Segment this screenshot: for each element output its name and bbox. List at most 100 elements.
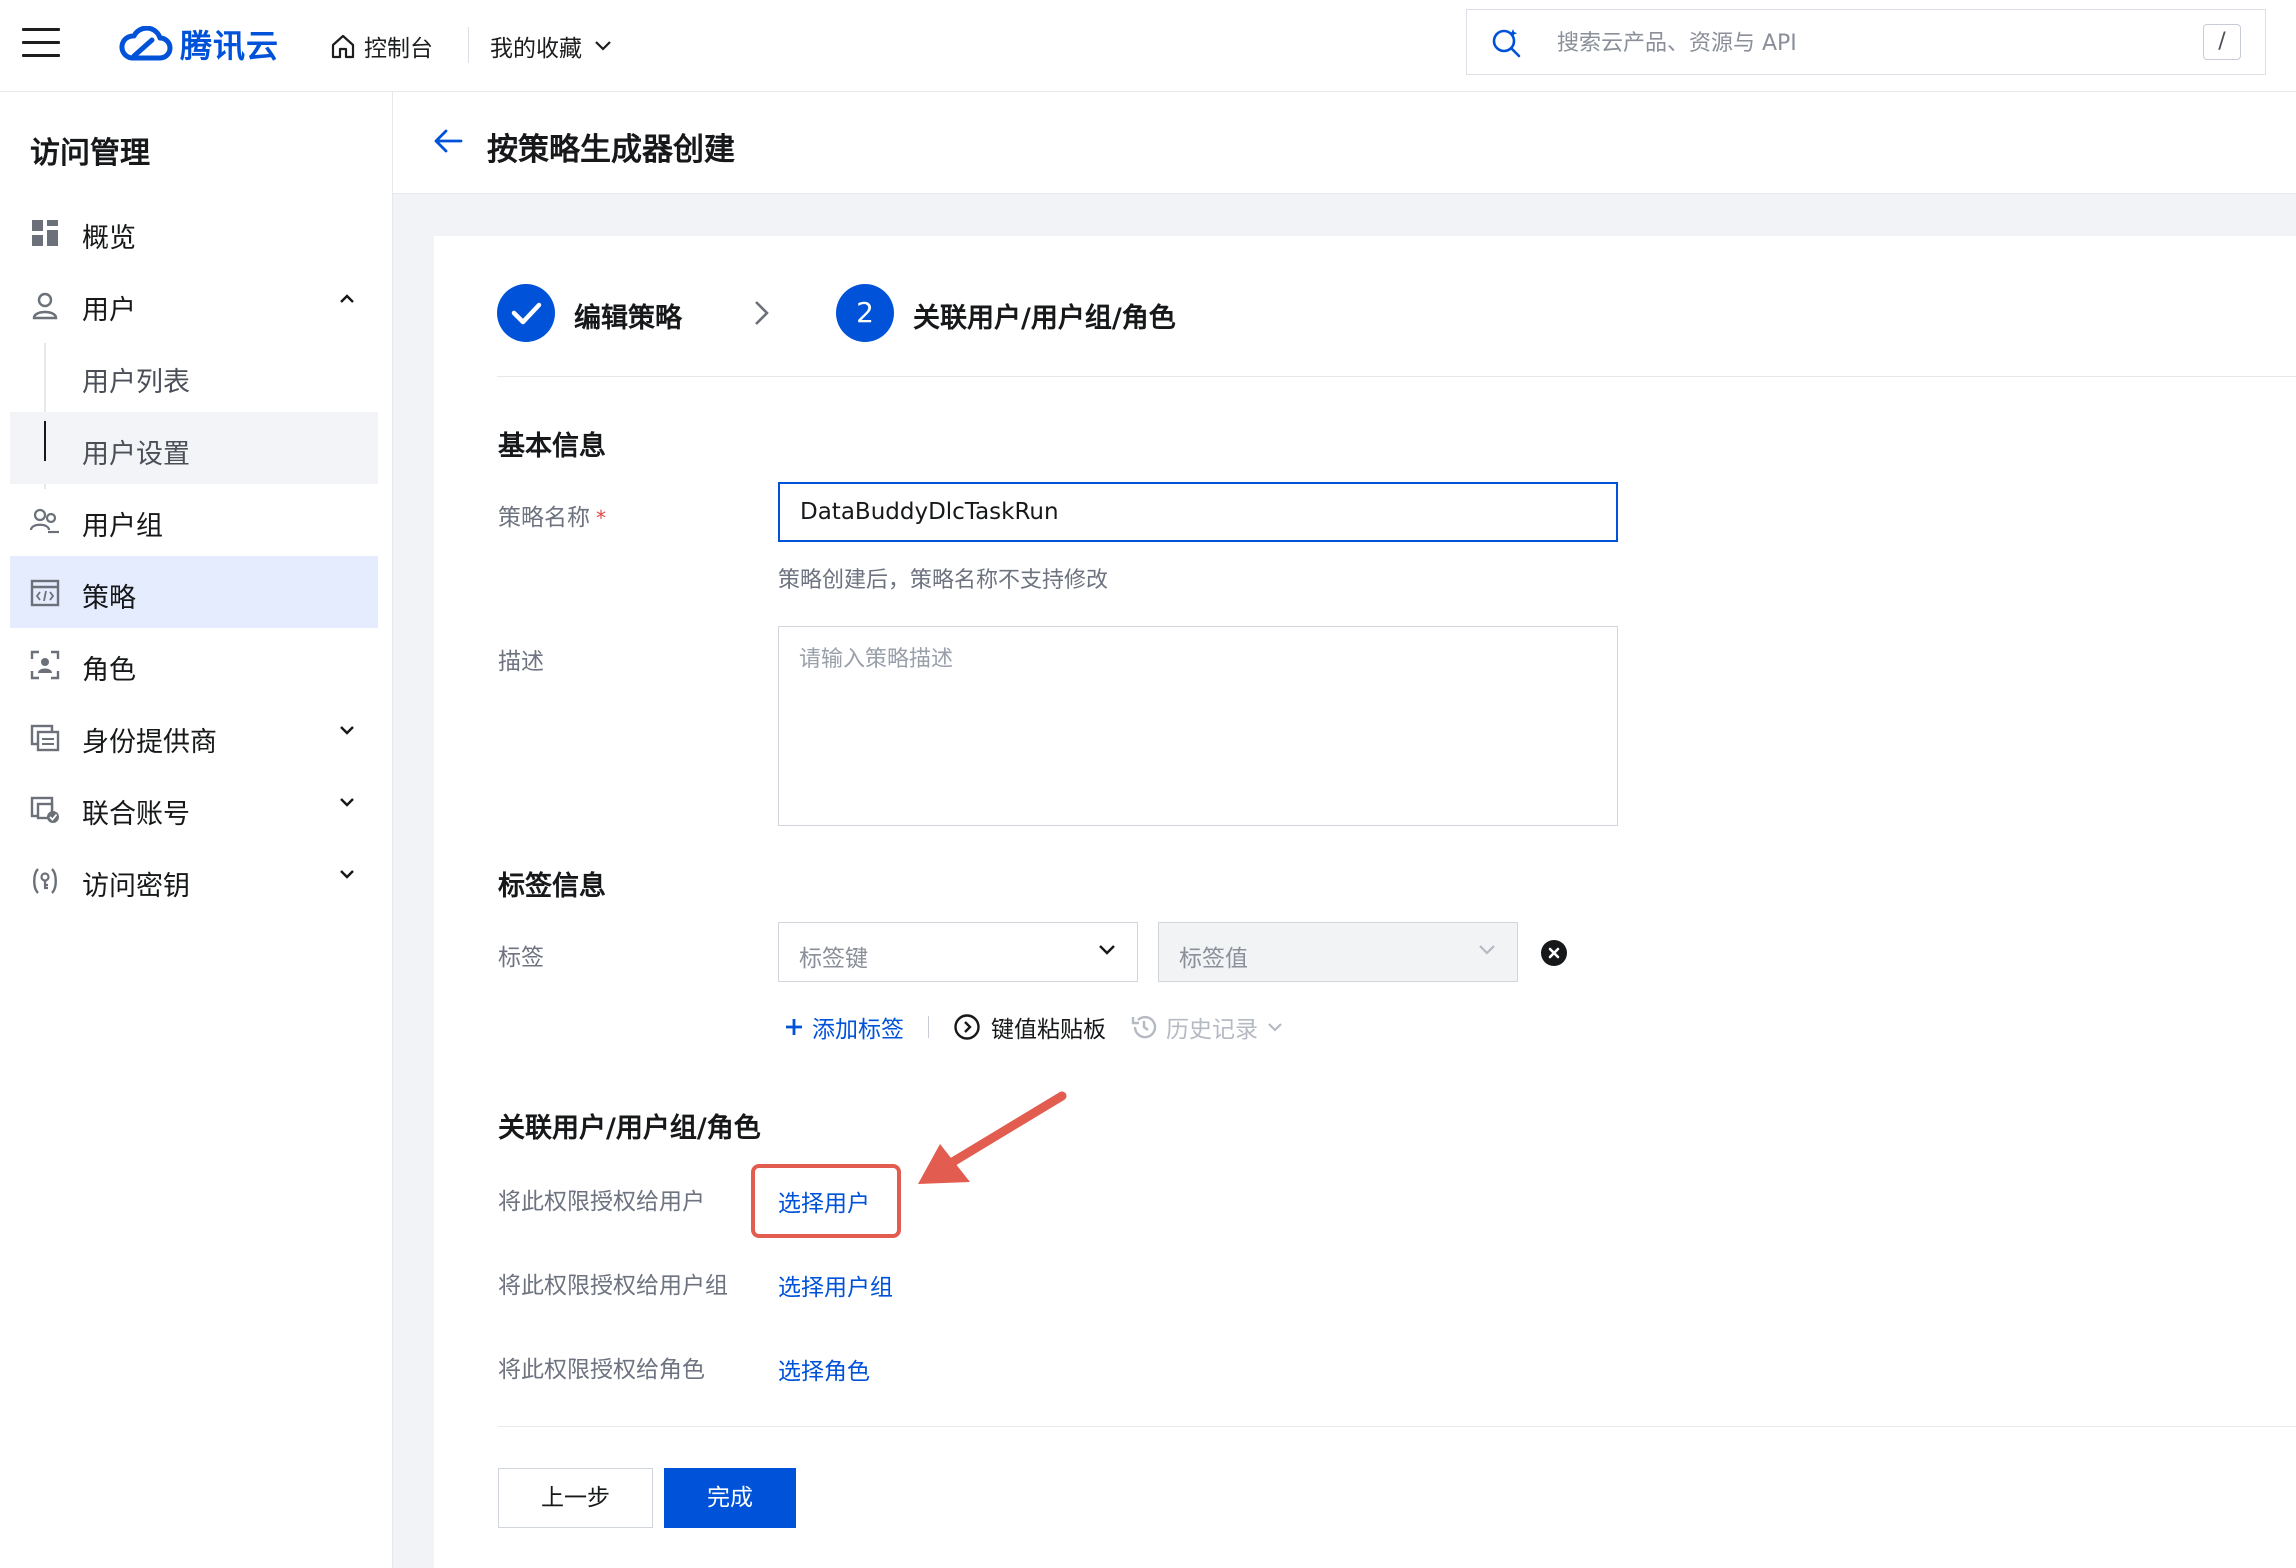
cloud-logo-icon (119, 26, 173, 61)
plus-icon (786, 1019, 802, 1035)
chevron-down-icon (1268, 1023, 1282, 1032)
sidebar-item-access-keys[interactable]: 访问密钥 (10, 844, 378, 916)
step-2-number: 2 (836, 284, 894, 342)
policy-name-label: 策略名称 * (498, 498, 606, 532)
form-card (434, 236, 2296, 1568)
basic-info-title: 基本信息 (498, 431, 606, 462)
page-title: 按策略生成器创建 (487, 132, 735, 168)
annotation-highlight-box (751, 1164, 901, 1238)
sidebar-item-label: 访问密钥 (82, 871, 190, 902)
policy-name-input[interactable]: DataBuddyDlcTaskRun (778, 482, 1618, 542)
close-icon (1548, 947, 1560, 959)
required-mark: * (596, 506, 606, 530)
association-title: 关联用户/用户组/角色 (498, 1113, 761, 1144)
history-icon (1131, 1015, 1157, 1039)
chevron-right-icon (755, 301, 769, 325)
sidebar-item-identity-providers[interactable]: 身份提供商 (10, 700, 378, 772)
sidebar-item-label: 联合账号 (82, 799, 190, 830)
description-textarea[interactable]: 请输入策略描述 (778, 626, 1618, 826)
grant-group-label: 将此权限授权给用户组 (498, 1273, 728, 1299)
previous-step-button[interactable]: 上一步 (498, 1468, 653, 1528)
logo[interactable]: 腾讯云 (118, 18, 279, 70)
tag-value-placeholder: 标签值 (1179, 946, 1248, 972)
history-label: 历史记录 (1166, 1017, 1258, 1043)
menu-icon[interactable] (22, 28, 60, 58)
sidebar-item-label: 概览 (82, 223, 136, 254)
finish-button[interactable]: 完成 (664, 1468, 796, 1528)
remove-tag-icon[interactable] (1541, 940, 1567, 966)
sidebar-item-user-settings[interactable]: 用户设置 (10, 412, 378, 484)
sidebar-item-user-list[interactable]: 用户列表 (10, 340, 378, 412)
circle-arrow-right-icon (954, 1014, 980, 1040)
tag-label: 标签 (498, 945, 544, 971)
chevron-down-icon (340, 798, 354, 807)
steps-divider (497, 376, 2296, 377)
annotation-arrow-icon (918, 1091, 1067, 1184)
step-2-label: 关联用户/用户组/角色 (913, 303, 1176, 334)
add-tag-label: 添加标签 (812, 1017, 904, 1043)
policy-name-label-text: 策略名称 (498, 505, 590, 531)
sidebar-item-label: 策略 (82, 583, 136, 614)
add-tag-button[interactable]: 添加标签 (784, 1010, 904, 1044)
history-dropdown[interactable]: 历史记录 (1130, 1010, 1284, 1044)
select-user-group-link[interactable]: 选择用户组 (778, 1268, 893, 1302)
global-search[interactable]: / (1466, 9, 2266, 75)
federated-account-icon (30, 796, 59, 823)
description-label: 描述 (498, 649, 544, 675)
favorites-label: 我的收藏 (490, 36, 582, 62)
tag-key-placeholder: 标签键 (799, 946, 868, 972)
sidebar-item-users[interactable]: 用户 (10, 268, 378, 340)
chevron-down-icon (340, 870, 354, 879)
sidebar-item-user-groups[interactable]: 用户组 (10, 484, 378, 556)
sidebar-item-label: 用户 (82, 295, 136, 326)
chevron-down-icon (1099, 945, 1115, 955)
sidebar-title: 访问管理 (30, 136, 150, 171)
grid-icon (32, 220, 58, 246)
page-header: 按策略生成器创建 (393, 92, 2296, 194)
back-arrow-icon[interactable] (433, 128, 463, 154)
home-icon (331, 34, 355, 59)
tag-value-select[interactable]: 标签值 (1158, 922, 1518, 982)
sidebar-item-federated-accounts[interactable]: 联合账号 (10, 772, 378, 844)
select-role-link[interactable]: 选择角色 (778, 1352, 870, 1386)
sidebar-item-roles[interactable]: 角色 (10, 628, 378, 700)
sidebar-item-label: 用户设置 (82, 439, 190, 470)
favorites-dropdown[interactable]: 我的收藏 (490, 22, 612, 70)
search-shortcut-key: / (2203, 24, 2241, 60)
actions-divider (928, 1016, 929, 1038)
top-bar: 腾讯云 控制台 我的收藏 / (0, 0, 2296, 92)
console-label: 控制台 (364, 36, 433, 62)
console-link[interactable]: 控制台 (330, 22, 433, 70)
chevron-down-icon (1479, 945, 1495, 955)
chevron-down-icon (340, 726, 354, 735)
kv-paste-label: 键值粘贴板 (991, 1017, 1106, 1043)
user-group-icon (30, 508, 59, 534)
access-key-icon (33, 868, 57, 894)
grant-user-label: 将此权限授权给用户 (498, 1189, 705, 1215)
user-icon (32, 292, 58, 320)
policy-name-hint: 策略创建后，策略名称不支持修改 (778, 568, 1109, 593)
kv-paste-button[interactable]: 键值粘贴板 (953, 1010, 1106, 1044)
role-icon (30, 650, 60, 680)
sidebar-item-label: 角色 (82, 655, 136, 686)
search-input[interactable] (1555, 22, 2119, 64)
footer-divider (498, 1426, 2296, 1427)
sidebar-item-label: 身份提供商 (82, 727, 217, 758)
nav-divider (468, 27, 469, 63)
tag-actions-bar: 添加标签 键值粘贴板 历史记录 (784, 1010, 1284, 1044)
sidebar-item-policies[interactable]: 策略 (10, 556, 378, 628)
logo-text: 腾讯云 (180, 27, 280, 65)
sidebar-item-label: 用户列表 (82, 367, 190, 398)
submenu-selected-marker (44, 421, 46, 461)
grant-role-label: 将此权限授权给角色 (498, 1357, 705, 1383)
policy-icon (30, 579, 60, 607)
check-icon (511, 302, 542, 325)
search-icon (1492, 29, 1521, 58)
chevron-up-icon (340, 294, 354, 303)
chevron-down-icon (595, 41, 611, 51)
step-1-done-indicator (497, 284, 555, 342)
sidebar-item-label: 用户组 (82, 511, 163, 542)
tag-key-select[interactable]: 标签键 (778, 922, 1138, 982)
step-1-label: 编辑策略 (574, 303, 682, 334)
sidebar-item-overview[interactable]: 概览 (10, 196, 378, 268)
